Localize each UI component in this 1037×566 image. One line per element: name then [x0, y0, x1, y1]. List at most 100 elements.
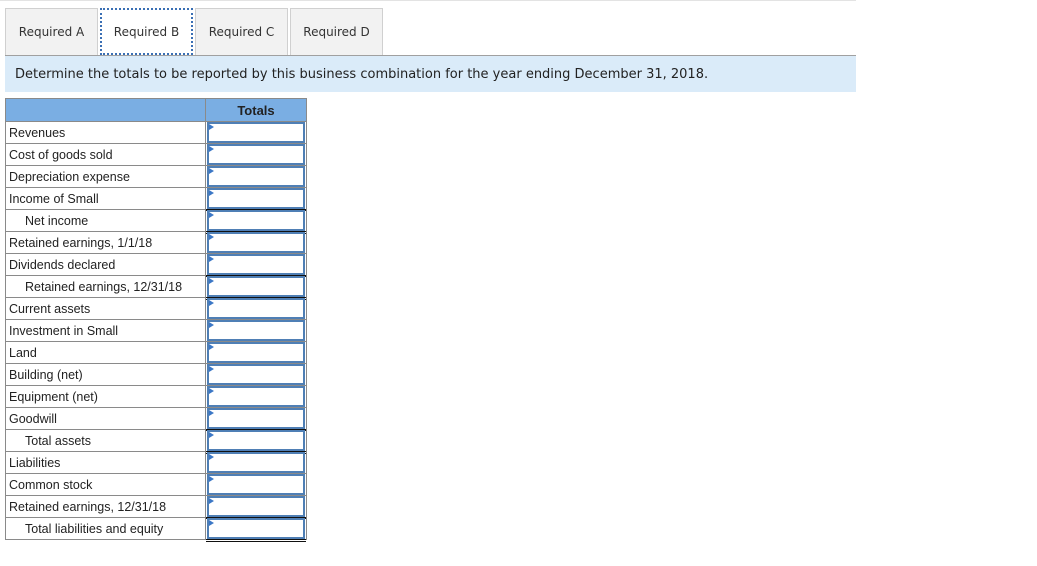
- total-input[interactable]: [211, 411, 305, 428]
- total-input[interactable]: [211, 323, 305, 340]
- value-cell: [205, 495, 307, 518]
- total-input[interactable]: [211, 169, 305, 186]
- table-row: Cost of goods sold: [5, 143, 307, 166]
- value-cell: [205, 209, 307, 235]
- table-row: Revenues: [5, 121, 307, 144]
- total-input[interactable]: [211, 455, 305, 472]
- value-cell: [205, 407, 307, 430]
- row-label: Land: [5, 341, 206, 364]
- input-marker-icon: [209, 520, 214, 526]
- tab-required-a[interactable]: Required A: [5, 8, 98, 55]
- total-input-box: [207, 518, 305, 539]
- value-cell: [205, 275, 307, 301]
- table-row: Investment in Small: [5, 319, 307, 342]
- total-input[interactable]: [211, 147, 305, 164]
- total-input[interactable]: [211, 433, 305, 450]
- tab-required-d[interactable]: Required D: [290, 8, 383, 55]
- total-input-box: [207, 496, 305, 517]
- row-label: Common stock: [5, 473, 206, 496]
- total-input-box: [207, 298, 305, 319]
- total-input-box: [207, 254, 305, 275]
- row-label: Retained earnings, 12/31/18: [5, 275, 206, 298]
- total-input-box: [207, 166, 305, 187]
- table-row: Current assets: [5, 297, 307, 320]
- value-cell: [205, 451, 307, 474]
- total-input[interactable]: [211, 257, 305, 274]
- input-marker-icon: [209, 212, 214, 218]
- top-divider: [0, 0, 856, 1]
- tab-required-b[interactable]: Required B: [100, 8, 193, 55]
- value-cell: [205, 429, 307, 455]
- row-label: Retained earnings, 1/1/18: [5, 231, 206, 254]
- table-row: Retained earnings, 1/1/18: [5, 231, 307, 254]
- value-cell: [205, 187, 307, 210]
- total-input[interactable]: [211, 191, 305, 208]
- total-input[interactable]: [211, 367, 305, 384]
- input-marker-icon: [209, 300, 214, 306]
- row-label: Net income: [5, 209, 206, 232]
- input-marker-icon: [209, 388, 214, 394]
- totals-column-header: Totals: [205, 98, 307, 122]
- input-marker-icon: [209, 256, 214, 262]
- input-marker-icon: [209, 124, 214, 130]
- total-input[interactable]: [211, 389, 305, 406]
- table-row: Total liabilities and equity: [5, 517, 307, 543]
- table-row: Depreciation expense: [5, 165, 307, 188]
- instruction-text: Determine the totals to be reported by t…: [5, 56, 856, 92]
- total-input-box: [207, 210, 305, 231]
- table-header-row: Totals: [5, 98, 307, 122]
- total-input-box: [207, 386, 305, 407]
- total-input-box: [207, 122, 305, 143]
- row-label: Total assets: [5, 429, 206, 452]
- table-row: Building (net): [5, 363, 307, 386]
- input-marker-icon: [209, 498, 214, 504]
- input-marker-icon: [209, 344, 214, 350]
- row-label: Equipment (net): [5, 385, 206, 408]
- input-marker-icon: [209, 168, 214, 174]
- input-marker-icon: [209, 278, 214, 284]
- value-cell: [205, 473, 307, 496]
- table-row: Retained earnings, 12/31/18: [5, 275, 307, 301]
- total-input[interactable]: [211, 345, 305, 362]
- row-label: Income of Small: [5, 187, 206, 210]
- value-cell: [205, 363, 307, 386]
- input-marker-icon: [209, 322, 214, 328]
- row-label: Dividends declared: [5, 253, 206, 276]
- table-row: Liabilities: [5, 451, 307, 474]
- table-row: Equipment (net): [5, 385, 307, 408]
- row-label: Goodwill: [5, 407, 206, 430]
- row-label: Investment in Small: [5, 319, 206, 342]
- total-input[interactable]: [211, 301, 305, 318]
- row-label: Liabilities: [5, 451, 206, 474]
- input-marker-icon: [209, 454, 214, 460]
- total-input-box: [207, 276, 305, 297]
- total-input[interactable]: [211, 213, 305, 230]
- total-input[interactable]: [211, 477, 305, 494]
- input-marker-icon: [209, 234, 214, 240]
- total-input-box: [207, 342, 305, 363]
- total-input[interactable]: [211, 279, 305, 296]
- row-label: Current assets: [5, 297, 206, 320]
- input-marker-icon: [209, 476, 214, 482]
- value-cell: [205, 517, 307, 543]
- value-cell: [205, 297, 307, 320]
- value-cell: [205, 319, 307, 342]
- input-marker-icon: [209, 366, 214, 372]
- table-row: Total assets: [5, 429, 307, 455]
- total-input[interactable]: [211, 125, 305, 142]
- total-input[interactable]: [211, 521, 305, 538]
- row-label: Total liabilities and equity: [5, 517, 206, 540]
- total-input-box: [207, 408, 305, 429]
- table-row: Retained earnings, 12/31/18: [5, 495, 307, 518]
- total-input-box: [207, 144, 305, 165]
- total-input-box: [207, 430, 305, 451]
- value-cell: [205, 143, 307, 166]
- total-input-box: [207, 364, 305, 385]
- input-marker-icon: [209, 432, 214, 438]
- total-input-box: [207, 320, 305, 341]
- total-input[interactable]: [211, 499, 305, 516]
- row-label: Retained earnings, 12/31/18: [5, 495, 206, 518]
- total-input[interactable]: [211, 235, 305, 252]
- value-cell: [205, 231, 307, 254]
- tab-required-c[interactable]: Required C: [195, 8, 288, 55]
